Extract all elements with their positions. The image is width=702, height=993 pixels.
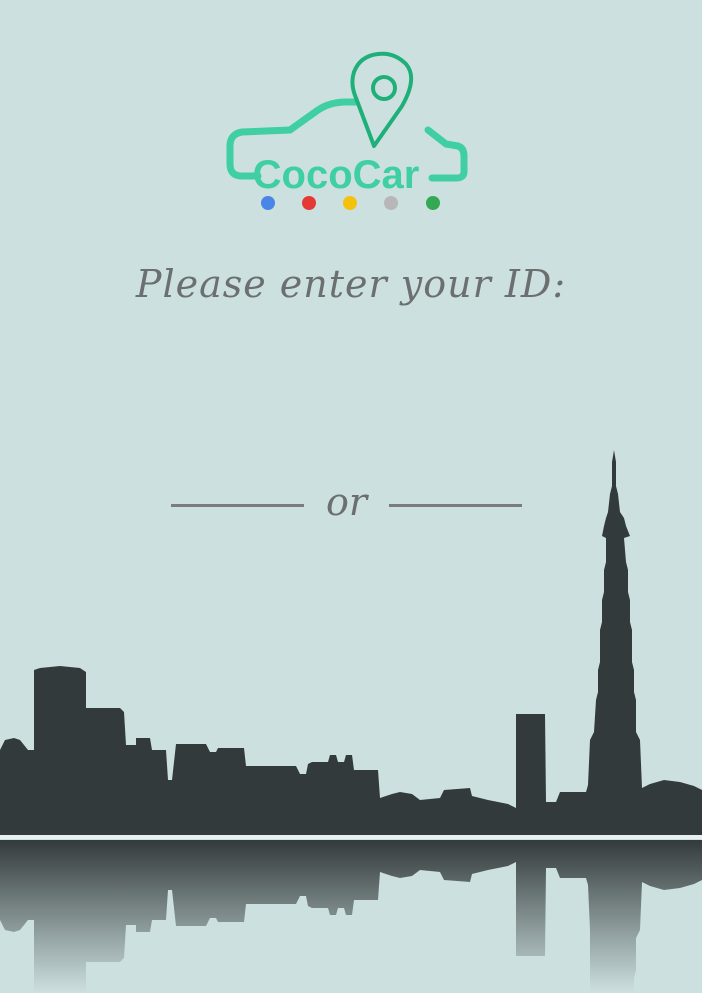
or-label: or <box>325 480 368 524</box>
or-separator: or <box>0 480 702 530</box>
dot-blue <box>261 196 275 210</box>
dot-green <box>426 196 440 210</box>
brand-name: CocoCar <box>253 153 420 197</box>
separator-line-left <box>171 504 304 507</box>
login-screen: CocoCar Please enter your ID: or <box>0 0 702 993</box>
id-input[interactable] <box>170 355 536 417</box>
separator-line-right <box>389 504 522 507</box>
dot-gray <box>384 196 398 210</box>
brand-dots <box>261 196 440 210</box>
location-pin-icon <box>350 51 414 148</box>
dot-red <box>302 196 316 210</box>
id-prompt: Please enter your ID: <box>135 262 567 306</box>
dot-yellow <box>343 196 357 210</box>
cococar-logo: CocoCar <box>220 48 480 218</box>
